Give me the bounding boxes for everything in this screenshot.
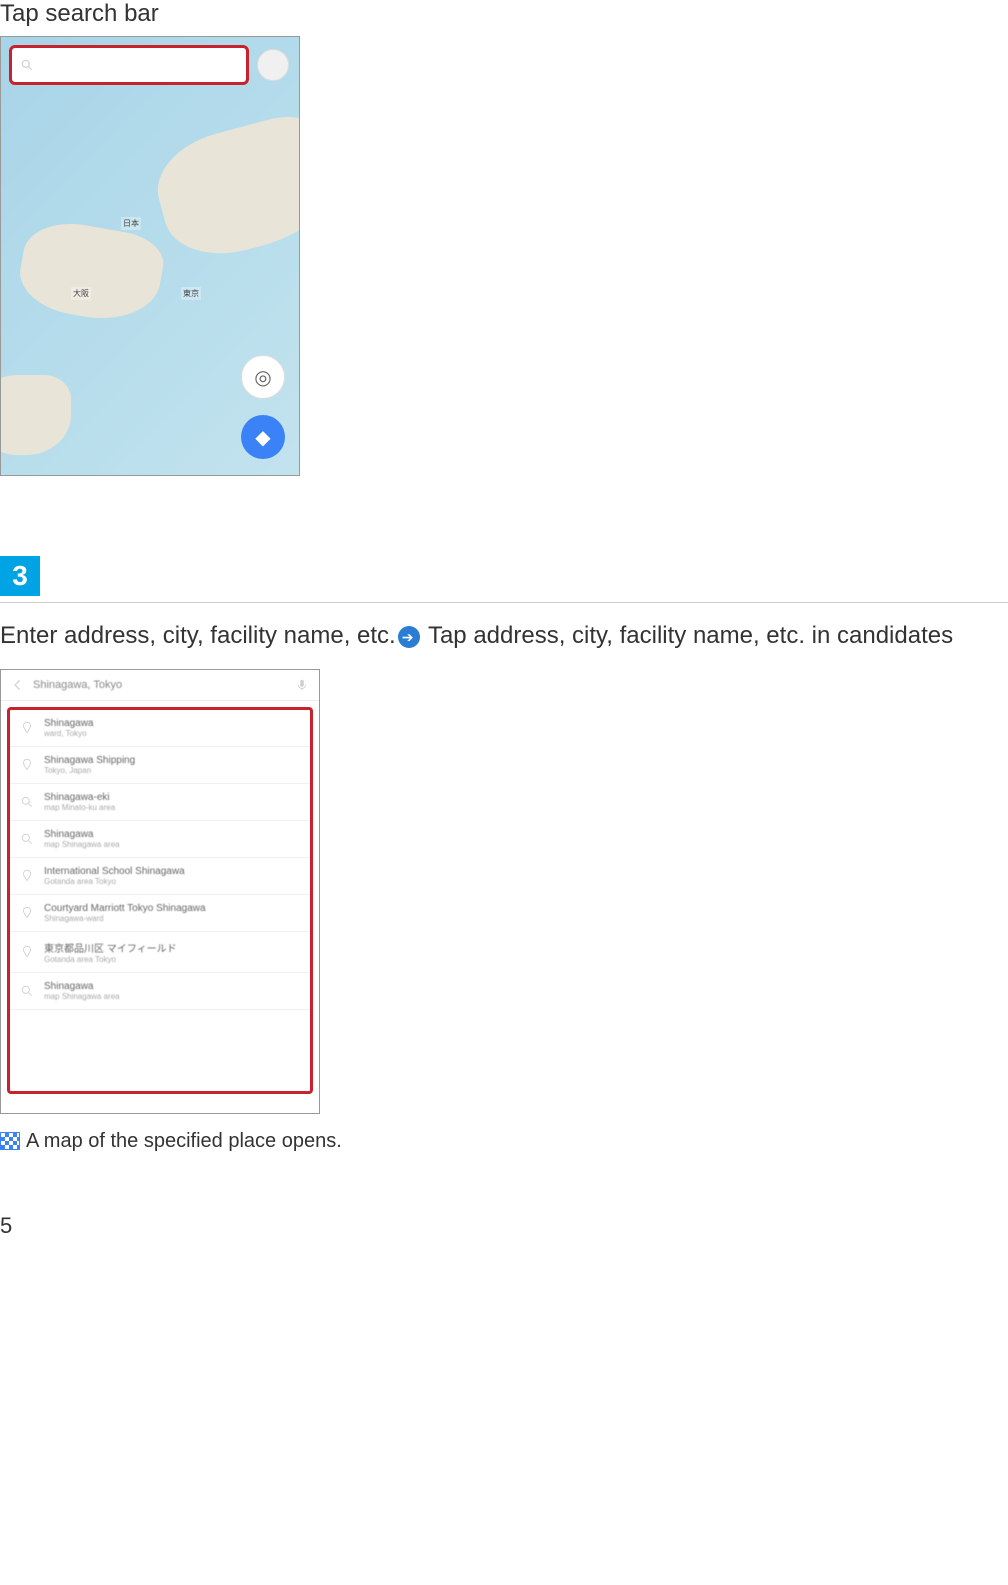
candidate-sub: Shinagawa-ward: [44, 914, 300, 923]
screenshot-candidates: Shinagawa, Tokyo Shinagawaward, Tokyo Sh…: [0, 669, 320, 1114]
directions-fab[interactable]: ◆: [241, 415, 285, 459]
section-divider: [0, 602, 1008, 603]
search-icon: [20, 832, 34, 846]
pin-icon: [20, 758, 34, 772]
pin-icon: [20, 721, 34, 735]
candidate-sub: Tokyo, Japan: [44, 766, 300, 775]
arrow-right-icon: [398, 626, 420, 648]
candidate-item[interactable]: 東京都品川区 マイフィールドGotanda area Tokyo: [10, 932, 310, 973]
candidate-title: International School Shinagawa: [44, 866, 300, 877]
candidate-title: Shinagawa: [44, 718, 300, 729]
candidate-item[interactable]: Courtyard Marriott Tokyo ShinagawaShinag…: [10, 895, 310, 932]
candidate-sub: map Shinagawa area: [44, 992, 300, 1001]
page-number: 5: [0, 1213, 1008, 1239]
step3-badge-wrap: 3: [0, 556, 1008, 600]
candidate-sub: Gotanda area Tokyo: [44, 955, 300, 964]
map-label: 東京: [181, 287, 201, 300]
locate-fab[interactable]: ◎: [241, 355, 285, 399]
screenshot-map: 日本 大阪 東京 ◎ ◆: [0, 36, 300, 476]
search-query-text[interactable]: Shinagawa, Tokyo: [33, 679, 287, 691]
map-background: 日本 大阪 東京 ◎ ◆: [1, 37, 299, 475]
step3-instruction: Enter address, city, facility name, etc.…: [0, 619, 1008, 653]
candidate-title: Shinagawa: [44, 981, 300, 992]
step-number-badge: 3: [0, 556, 40, 596]
candidate-sub: ward, Tokyo: [44, 729, 300, 738]
mic-icon[interactable]: [295, 678, 309, 692]
search-icon: [20, 58, 34, 72]
back-icon[interactable]: [11, 678, 25, 692]
result-note: A map of the specified place opens.: [0, 1130, 1008, 1153]
instruction-part-b: Tap address, city, facility name, etc. i…: [428, 622, 953, 649]
candidate-sub: map Minato-ku area: [44, 803, 300, 812]
candidate-title: 東京都品川区 マイフィールド: [44, 940, 300, 955]
candidate-sub: map Shinagawa area: [44, 840, 300, 849]
pin-icon: [20, 869, 34, 883]
candidate-title: Shinagawa-eki: [44, 792, 300, 803]
candidate-list-highlight: Shinagawaward, Tokyo Shinagawa ShippingT…: [7, 707, 313, 1094]
candidate-title: Shinagawa: [44, 829, 300, 840]
search-bar-highlight[interactable]: [9, 45, 249, 85]
pin-icon: [20, 945, 34, 959]
candidate-sub: Gotanda area Tokyo: [44, 877, 300, 886]
avatar-button[interactable]: [257, 49, 289, 81]
landmass: [14, 216, 168, 329]
checkered-flag-icon: [0, 1132, 20, 1150]
candidate-item[interactable]: Shinagawa ShippingTokyo, Japan: [10, 747, 310, 784]
candidate-item[interactable]: Shinagawamap Shinagawa area: [10, 973, 310, 1010]
map-label: 大阪: [71, 287, 91, 300]
map-label: 日本: [121, 217, 141, 230]
step2-title: Tap search bar: [0, 0, 1008, 28]
search-icon: [20, 984, 34, 998]
candidate-item[interactable]: International School ShinagawaGotanda ar…: [10, 858, 310, 895]
candidate-item[interactable]: Shinagawamap Shinagawa area: [10, 821, 310, 858]
instruction-part-a: Enter address, city, facility name, etc.: [0, 622, 396, 649]
landmass: [147, 106, 299, 268]
pin-icon: [20, 906, 34, 920]
candidate-title: Courtyard Marriott Tokyo Shinagawa: [44, 903, 300, 914]
landmass: [1, 375, 71, 455]
candidate-item[interactable]: Shinagawa-ekimap Minato-ku area: [10, 784, 310, 821]
search-icon: [20, 795, 34, 809]
candidate-item[interactable]: Shinagawaward, Tokyo: [10, 710, 310, 747]
candidate-title: Shinagawa Shipping: [44, 755, 300, 766]
candidate-search-header: Shinagawa, Tokyo: [1, 670, 319, 701]
result-text: A map of the specified place opens.: [26, 1130, 342, 1153]
